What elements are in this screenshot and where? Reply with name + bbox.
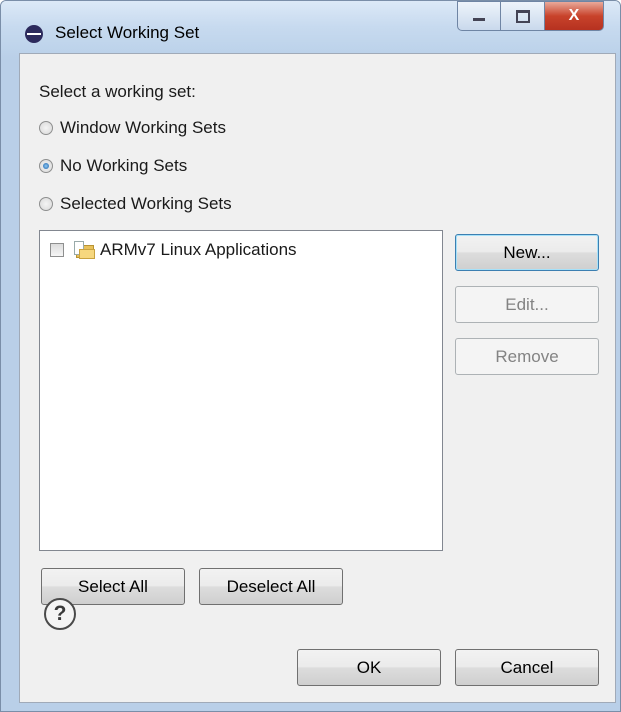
maximize-icon: [515, 10, 530, 23]
ok-button[interactable]: OK: [297, 649, 441, 686]
list-item-working-set[interactable]: ARMv7 Linux Applications: [50, 239, 297, 261]
title-bar[interactable]: Select Working Set X: [1, 1, 620, 53]
help-icon[interactable]: ?: [44, 598, 76, 630]
radio-button-selected[interactable]: [39, 159, 53, 173]
deselect-all-button[interactable]: Deselect All: [199, 568, 343, 605]
radio-no-working-sets[interactable]: No Working Sets: [39, 155, 187, 177]
close-button[interactable]: X: [544, 1, 604, 31]
radio-button[interactable]: [39, 121, 53, 135]
remove-button[interactable]: Remove: [455, 338, 599, 375]
maximize-button[interactable]: [500, 1, 545, 31]
window-title: Select Working Set: [55, 23, 200, 42]
minimize-button[interactable]: [457, 1, 501, 31]
working-set-list[interactable]: ARMv7 Linux Applications: [39, 230, 443, 551]
radio-button[interactable]: [39, 197, 53, 211]
dialog-window: Select Working Set X Select a working se…: [0, 0, 621, 712]
cancel-button[interactable]: Cancel: [455, 649, 599, 686]
working-set-label: ARMv7 Linux Applications: [100, 240, 297, 259]
radio-window-working-sets[interactable]: Window Working Sets: [39, 117, 226, 139]
radio-label: Selected Working Sets: [60, 194, 232, 213]
working-set-folder-icon: [74, 241, 96, 259]
radio-selected-working-sets[interactable]: Selected Working Sets: [39, 193, 232, 215]
radio-label: No Working Sets: [60, 156, 188, 175]
edit-button[interactable]: Edit...: [455, 286, 599, 323]
minimize-icon: [473, 18, 485, 21]
radio-label: Window Working Sets: [60, 118, 226, 137]
new-button[interactable]: New...: [455, 234, 599, 271]
dialog-body: Select a working set: Window Working Set…: [19, 53, 616, 703]
close-icon: X: [568, 7, 580, 24]
working-set-checkbox[interactable]: [50, 243, 64, 257]
select-working-set-label: Select a working set:: [39, 82, 196, 101]
eclipse-app-icon: [25, 25, 43, 43]
